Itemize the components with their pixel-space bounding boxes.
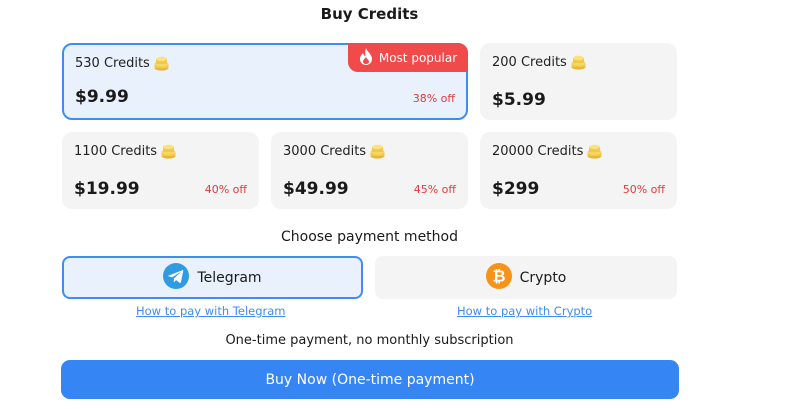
package-price: $299 <box>492 179 540 199</box>
package-price: $49.99 <box>283 179 349 199</box>
package-credits: 530 Credits <box>75 56 170 71</box>
coins-icon <box>369 144 386 159</box>
telegram-icon <box>163 262 190 293</box>
package-credits: 1100 Credits <box>74 144 177 159</box>
credits-label: 200 Credits <box>492 55 567 70</box>
payment-option-crypto[interactable]: ₿ Crypto <box>375 256 677 299</box>
package-discount: 40% off <box>204 183 247 196</box>
payment-note: One-time payment, no monthly subscriptio… <box>225 333 514 348</box>
package-price: $19.99 <box>74 179 140 199</box>
bitcoin-icon: ₿ <box>485 262 512 293</box>
buy-now-button[interactable]: Buy Now (One-time payment) <box>61 360 679 399</box>
coins-icon <box>570 55 587 70</box>
coins-icon <box>160 144 177 159</box>
package-card-200[interactable]: 200 Credits $5.99 <box>480 43 677 120</box>
most-popular-badge: Most popular <box>348 43 468 72</box>
flame-icon <box>359 47 373 68</box>
package-credits: 200 Credits <box>492 55 587 70</box>
telegram-help-link[interactable]: How to pay with Telegram <box>136 304 286 318</box>
payment-label: Crypto <box>519 269 567 286</box>
payment-method-title: Choose payment method <box>280 229 459 245</box>
package-credits: 3000 Credits <box>283 144 386 159</box>
coins-icon <box>153 56 170 71</box>
badge-label: Most popular <box>378 50 458 65</box>
package-discount: 38% off <box>412 92 455 105</box>
package-discount: 45% off <box>413 183 456 196</box>
credits-label: 3000 Credits <box>283 144 367 159</box>
crypto-help-link[interactable]: How to pay with Crypto <box>457 304 592 318</box>
package-card-3000[interactable]: 3000 Credits $49.99 45% off <box>271 132 468 209</box>
coins-icon <box>586 144 603 159</box>
payment-label: Telegram <box>197 269 262 286</box>
package-discount: 50% off <box>622 183 665 196</box>
page-title: Buy Credits <box>320 5 419 23</box>
package-card-20000[interactable]: 20000 Credits $299 50% off <box>480 132 677 209</box>
credits-label: 530 Credits <box>75 56 150 71</box>
package-price: $9.99 <box>75 87 129 107</box>
package-card-530[interactable]: 530 Credits $9.99 38% off Most popular <box>62 43 468 120</box>
credits-label: 20000 Credits <box>492 144 584 159</box>
package-price: $5.99 <box>492 90 546 110</box>
package-credits: 20000 Credits <box>492 144 603 159</box>
package-card-1100[interactable]: 1100 Credits $19.99 40% off <box>62 132 259 209</box>
svg-text:₿: ₿ <box>492 266 505 285</box>
credits-label: 1100 Credits <box>74 144 158 159</box>
payment-option-telegram[interactable]: Telegram <box>62 256 363 299</box>
